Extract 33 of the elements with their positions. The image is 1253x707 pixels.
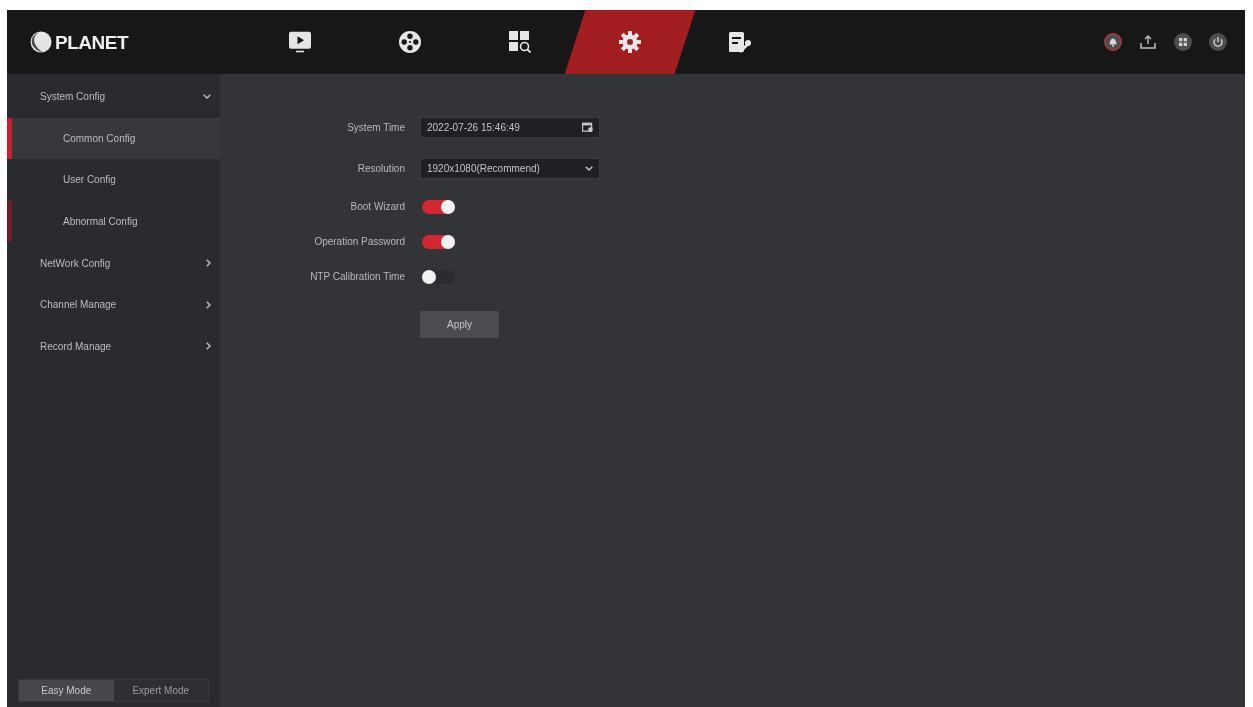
datetime-field[interactable]: 2022-07-26 15:46:49: [420, 117, 600, 138]
toggle-switch[interactable]: [422, 269, 455, 284]
globe-logo-icon: [30, 31, 52, 53]
chevron-down-icon: [585, 166, 593, 171]
field-label: Boot Wizard: [350, 200, 405, 214]
mode-tab[interactable]: Easy Mode: [19, 680, 114, 701]
grid-icon[interactable]: [1174, 33, 1192, 51]
sidebar-item[interactable]: Channel Manage: [7, 283, 220, 326]
sidebar-item[interactable]: NetWork Config: [7, 242, 220, 284]
grid-search-icon: [509, 31, 531, 53]
bell-icon[interactable]: [1104, 33, 1122, 51]
field-label: NTP Calibration Time: [310, 270, 405, 284]
tray-upload-icon[interactable]: [1139, 33, 1157, 51]
sidebar-subitem[interactable]: Common Config: [7, 117, 220, 160]
field-label: Operation Password: [314, 235, 405, 249]
sidebar-subitem[interactable]: User Config: [7, 159, 220, 201]
field-label: Resolution: [357, 162, 405, 176]
toggle-switch[interactable]: [422, 199, 455, 214]
resolution-dropdown[interactable]: 1920x1080(Recommend): [420, 158, 600, 179]
calendar-icon: [582, 122, 593, 132]
brand-name: PLANET: [55, 32, 128, 52]
gear-icon: [619, 31, 641, 53]
power-icon[interactable]: [1209, 33, 1227, 51]
document-wrench-icon: [729, 31, 751, 53]
sidebar-item[interactable]: System Config: [7, 76, 220, 118]
toggle-switch[interactable]: [422, 234, 455, 249]
sidebar-subitem[interactable]: Abnormal Config: [7, 200, 220, 243]
film-reel-icon: [399, 31, 421, 53]
field-label: System Time: [347, 121, 405, 135]
monitor-play-icon: [289, 31, 311, 53]
apply-button[interactable]: Apply: [420, 311, 499, 338]
sidebar-item[interactable]: Record Manage: [7, 325, 220, 368]
mode-tab[interactable]: Expert Mode: [113, 680, 208, 701]
